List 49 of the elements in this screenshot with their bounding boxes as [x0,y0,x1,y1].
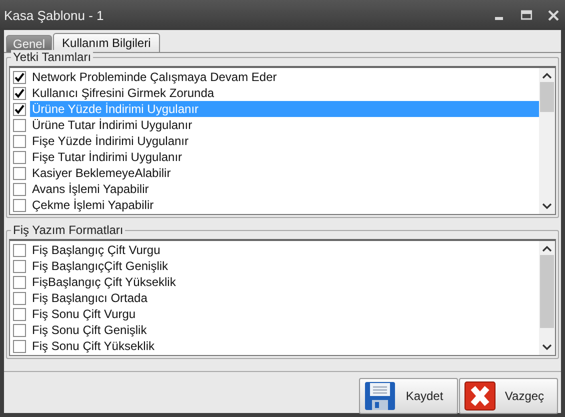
close-icon[interactable] [548,10,559,20]
checkbox[interactable] [13,102,26,116]
cancel-x-icon [464,381,496,411]
scroll-up-icon[interactable] [542,245,552,252]
tab[interactable]: Kullanım Bilgileri [53,33,160,52]
list-item[interactable]: Network Probleminde Çalışmaya Devam Eder [30,69,539,85]
list-item[interactable]: Fişe Yüzde İndirimi Uygulanır [30,133,539,149]
checkbox[interactable] [13,134,26,148]
checkbox[interactable] [13,166,26,180]
checkbox[interactable] [13,118,26,132]
tab[interactable]: Genel [6,35,52,52]
scroll-thumb[interactable] [540,82,554,112]
checkbox[interactable] [13,150,26,164]
list-item[interactable]: Fiş Sonu Çift Yükseklik [30,338,539,354]
list-item[interactable]: Fiş Başlangıcı Ortada [30,290,539,306]
list-item[interactable]: Fiş Başlangıç Çift Vurgu [30,242,539,258]
window-title: Kasa Şablonu - 1 [4,8,104,22]
checkbox[interactable] [13,340,26,352]
group-title: Yetki Tanımları [11,50,94,64]
list-item[interactable]: Kullanıcı Şifresini Girmek Zorunda [30,85,539,101]
scroll-down-icon[interactable] [542,203,552,210]
scrollbar[interactable] [539,68,555,214]
maximize-icon[interactable] [521,10,532,20]
list-item[interactable]: Fişe Tutar İndirimi Uygulanır [30,149,539,165]
scroll-up-icon[interactable] [542,72,552,79]
cancel-button[interactable]: Vazgeç [459,378,558,414]
group-title: Fiş Yazım Formatları [11,223,126,237]
checkbox[interactable] [13,86,26,100]
list-item[interactable]: Kasiyer BeklemeyeAlabilir [30,165,539,181]
list-item[interactable]: Ürüne Tutar İndirimi Uygulanır [30,117,539,133]
checkbox[interactable] [13,244,26,256]
scrollbar[interactable] [539,241,555,355]
list-item[interactable]: Fiş BaşlangıçÇift Genişlik [30,258,539,274]
checkbox[interactable] [13,182,26,196]
checkbox[interactable] [13,308,26,320]
list-item[interactable]: Çekme İşlemi Yapabilir [30,197,539,213]
list-item[interactable]: Fiş Sonu Çift Genişlik [30,322,539,338]
checkbox[interactable] [13,276,26,288]
checkbox[interactable] [13,70,26,84]
scroll-down-icon[interactable] [542,344,552,351]
scroll-thumb[interactable] [540,255,554,328]
list-item[interactable]: Fiş Sonu Çift Vurgu [30,306,539,322]
checkbox[interactable] [13,260,26,272]
list-item[interactable]: FişBaşlangıç Çift Yükseklik [30,274,539,290]
checkbox[interactable] [13,292,26,304]
checkbox[interactable] [13,324,26,336]
checkbox[interactable] [13,198,26,212]
list-item[interactable]: Avans İşlemi Yapabilir [30,181,539,197]
save-button[interactable]: Kaydet [359,378,458,414]
